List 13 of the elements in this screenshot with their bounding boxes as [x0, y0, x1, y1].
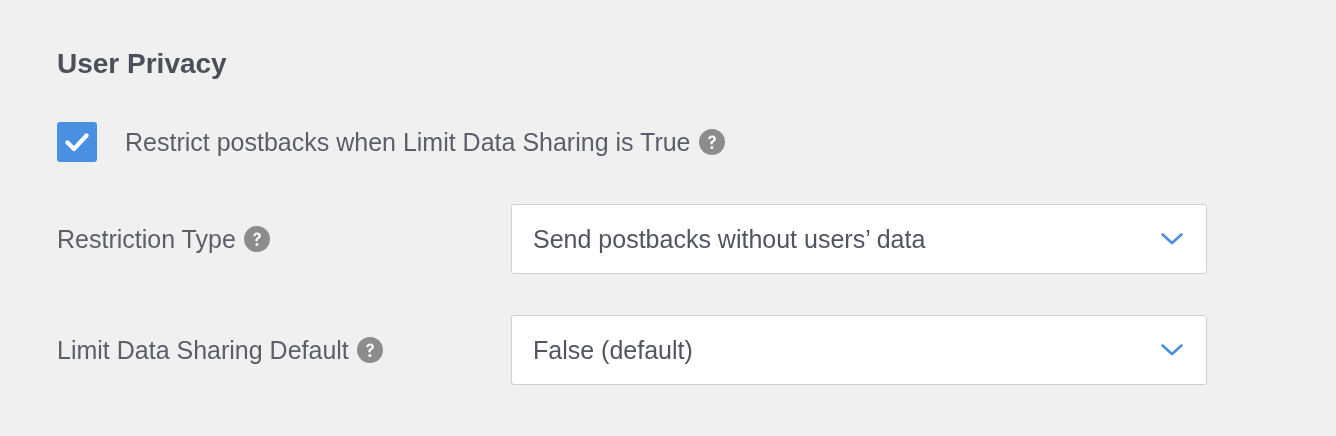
check-icon: [65, 132, 89, 152]
dropdown[interactable]: Send postbacks without users’ data: [511, 204, 1207, 274]
field-label: Limit Data Sharing Default: [57, 335, 349, 365]
section-title: User Privacy: [57, 48, 227, 80]
checkbox-label: Restrict postbacks when Limit Data Sharing is True: [125, 127, 691, 157]
help-icon[interactable]: [243, 226, 270, 252]
chevron-down-icon: [1160, 343, 1184, 357]
help-icon[interactable]: [356, 337, 383, 363]
dropdown[interactable]: False (default): [511, 315, 1207, 385]
chevron-down-icon: [1160, 232, 1184, 246]
field-label: Restriction Type: [57, 224, 236, 254]
help-icon[interactable]: [698, 129, 725, 155]
checkbox[interactable]: [57, 122, 97, 162]
